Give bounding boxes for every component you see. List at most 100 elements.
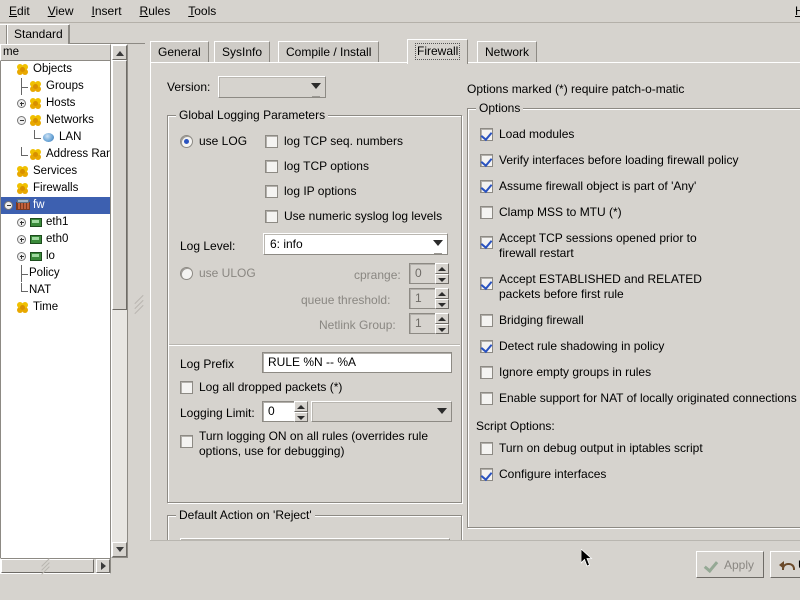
tree-column-header-name[interactable]: me [0,44,111,61]
logging-limit-spinner[interactable]: 0 [262,401,308,422]
tab-label: Network [485,45,530,59]
tree-scroll-down-button[interactable] [112,542,127,557]
tree-item-eth0[interactable]: eth0 [1,231,110,248]
chevron-down-icon [437,408,447,414]
menu-insert[interactable]: Insert [83,2,131,20]
checkbox-turn-logging-on-all-rules[interactable]: Turn logging ON on all rules (overrides … [180,429,430,459]
tree-expand-icon[interactable] [16,250,29,263]
firewall-dialog-tabs: General SysInfo Compile / Install Firewall N… [150,38,800,64]
spinner-buttons[interactable] [294,401,308,422]
checkbox-turn-on-debug-output-in-iptables-script[interactable]: Turn on debug output in iptables script [480,441,703,455]
menu-rules[interactable]: Rules [131,2,180,20]
checkbox-label: Detect rule shadowing in policy [499,339,665,353]
log-prefix-input[interactable]: RULE %N -- %A [262,352,452,373]
spinner-up-button[interactable] [435,313,449,324]
checkbox-indicator [480,180,493,193]
tree-item-firewalls[interactable]: Firewalls [1,180,110,197]
tab-firewall[interactable]: Firewall [407,39,469,64]
tree-item-label: Policy [29,267,60,279]
tree-vscroll-thumb[interactable] [112,60,127,310]
tree-item-nat[interactable]: NAT [1,282,110,299]
checkbox-log-tcp-options[interactable]: log TCP options [265,159,369,173]
queue-threshold-label: queue threshold: [301,293,391,307]
tree-item-groups[interactable]: Groups [1,77,110,95]
tree-item-objects[interactable]: Objects [1,61,110,78]
checkbox-label: log TCP options [284,159,369,173]
checkbox-bridging-firewall[interactable]: Bridging firewall [480,313,584,327]
tree-collapse-icon[interactable] [16,114,29,127]
tree-vertical-scrollbar[interactable] [111,44,128,558]
checkbox-detect-rule-shadowing-in-policy[interactable]: Detect rule shadowing in policy [480,339,664,353]
spinner-buttons[interactable] [435,313,449,334]
panel-splitter[interactable] [130,44,148,574]
tree-vscroll-track[interactable] [112,60,127,542]
netlink-group-spinner[interactable]: 1 [409,313,449,334]
tree-horizontal-scrollbar[interactable] [0,558,111,575]
checkbox-enable-support-for-nat-of-locally-originated-con[interactable]: Enable support for NAT of locally origin… [480,391,797,405]
menu-edit[interactable]: EEditdit [0,2,39,20]
checkbox-verify-interfaces-before-loading-firewall-policy[interactable]: Verify interfaces before loading firewal… [480,153,738,167]
checkbox-clamp-mss-to-mtu[interactable]: Clamp MSS to MTU (*) [480,205,622,219]
global-logging-group: Global Logging Parameters use LOG log TC… [167,108,462,503]
tree-item-lo[interactable]: lo [1,248,110,265]
cprange-spinner[interactable]: 0 [409,263,449,284]
tree-scroll-up-button[interactable] [112,45,127,60]
spinner-up-button[interactable] [435,288,449,299]
spinner-buttons[interactable] [435,288,449,309]
spinner-up-button[interactable] [294,401,308,412]
radio-use-log[interactable]: use LOG [180,134,247,148]
queue-threshold-spinner[interactable]: 1 [409,288,449,309]
spinner-down-button[interactable] [435,323,449,334]
version-combo[interactable] [218,76,327,98]
checkbox-numeric-syslog-levels[interactable]: Use numeric syslog log levels [265,209,442,223]
log-level-combo[interactable]: 6: info [263,233,448,255]
spinner-down-button[interactable] [435,298,449,309]
tree-collapse-icon[interactable] [3,199,16,212]
tree-item-hosts[interactable]: Hosts [1,95,110,112]
tree-hscroll-thumb[interactable] [1,558,94,575]
tab-sysinfo[interactable]: SysInfo [214,41,271,63]
checkbox-assume-firewall-object-is-part-of-any[interactable]: Assume firewall object is part of 'Any' [480,179,696,193]
tree-item-eth1[interactable]: eth1 [1,214,110,231]
tree-item-address-range[interactable]: Address Range [1,146,110,163]
tab-general[interactable]: General [150,41,209,63]
menu-view[interactable]: View [39,2,83,20]
logging-limit-unit-combo[interactable] [311,401,452,422]
checkbox-accept-tcp-sessions-opened-prior-to-firewall-res[interactable]: Accept TCP sessions opened prior to fire… [480,231,714,261]
tree-item-time[interactable]: Time [1,299,110,316]
spinner-down-button[interactable] [435,273,449,284]
spinner-buttons[interactable] [435,263,449,284]
tree-item-lan[interactable]: LAN [1,129,110,146]
tree-item-policy[interactable]: Policy [1,264,110,282]
spinner-up-button[interactable] [435,263,449,274]
spinner-down-button[interactable] [294,411,308,422]
menu-help[interactable]: Help [786,2,800,20]
checkbox-log-tcp-seq[interactable]: log TCP seq. numbers [265,134,403,148]
undo-button[interactable]: Un [770,551,800,578]
radio-use-ulog[interactable]: use ULOG [180,266,256,280]
toolbar-tab-standard[interactable]: Standard [7,24,70,44]
checkbox-load-modules[interactable]: Load modules [480,127,574,141]
tree-item-networks[interactable]: Networks [1,112,110,129]
apply-button[interactable]: Apply [696,551,764,578]
tab-compile-install[interactable]: Compile / Install [278,41,380,63]
tree-hscroll-right-button[interactable] [96,559,110,573]
tree-item-services[interactable]: Services [1,163,110,180]
object-tree[interactable]: Objects Groups Hosts Networks LAN Address Ran… [0,61,111,558]
tree-expand-icon[interactable] [16,233,29,246]
triangle-down-icon [438,327,446,332]
radio-indicator [180,134,193,148]
tree-item-label: LAN [59,131,82,143]
checkbox-ignore-empty-groups-in-rules[interactable]: Ignore empty groups in rules [480,365,651,379]
checkbox-configure-interfaces[interactable]: Configure interfaces [480,467,606,481]
tab-network[interactable]: Network [477,41,538,63]
checkbox-log-all-dropped[interactable]: Log all dropped packets (*) [180,380,342,394]
checkbox-accept-established-and-related-packets-before-fi[interactable]: Accept ESTABLISHED and RELATED packets b… [480,272,714,302]
checkbox-log-ip-options[interactable]: log IP options [265,184,357,198]
tree-expand-icon[interactable] [16,216,29,229]
menu-tools[interactable]: Tools [179,2,225,20]
triangle-down-icon [116,547,124,552]
tree-expand-icon[interactable] [16,97,29,110]
radio-indicator [180,266,193,280]
tree-item-fw[interactable]: fw [1,197,110,214]
